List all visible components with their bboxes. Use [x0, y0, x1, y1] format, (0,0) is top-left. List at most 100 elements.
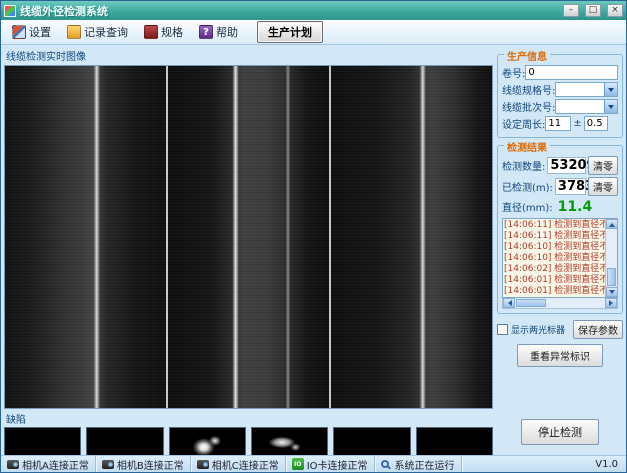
diameter-label: 直径(mm): — [502, 199, 553, 214]
roll-number-label: 卷号: — [502, 65, 525, 80]
specs-icon — [144, 25, 158, 39]
stop-detection-button[interactable]: 停止检测 — [521, 419, 599, 445]
clear-length-button[interactable]: 清零 — [588, 177, 618, 196]
girth-tolerance-input[interactable]: 0.5 — [584, 116, 608, 131]
maximize-button[interactable]: □ — [585, 4, 601, 17]
log-entry: [14:06:01] 检测到直径不合格 — [504, 286, 604, 297]
production-info-group: 生产信息 卷号: 0 线缆规格号: 线缆批次号: 设定周长: 11 ± — [497, 54, 623, 138]
production-info-title: 生产信息 — [504, 48, 550, 63]
cable-batch-label: 线缆批次号: — [502, 99, 555, 114]
defect-thumbnail[interactable] — [251, 427, 328, 455]
scroll-down-icon[interactable] — [606, 287, 618, 297]
plus-minus-symbol: ± — [573, 118, 581, 129]
roll-number-input[interactable]: 0 — [525, 65, 618, 80]
app-icon — [4, 5, 16, 17]
camera-a-status: 相机A连接正常 — [1, 456, 96, 472]
log-entry: [14:06:10] 检测到直径不合格 — [504, 253, 604, 264]
camera-b-view — [168, 66, 329, 408]
log-entry: [14:06:11] 检测到直径不合格 — [504, 220, 604, 231]
detection-results-group: 检测结果 检测数量: 53209 清零 已检测(m): 3783.3 清零 直径… — [497, 145, 623, 314]
camera-a-status-icon — [7, 460, 19, 469]
alarm-log-box: [14:06:11] 检测到直径不合格[14:06:11] 检测到直径不合格[1… — [502, 218, 618, 298]
defect-thumbnail[interactable] — [4, 427, 81, 455]
chevron-down-icon[interactable] — [604, 83, 617, 96]
toolbar: 设置 记录查询 规格 ? 帮助 生产计划 — [1, 20, 626, 45]
io-card-status: IO IO卡连接正常 — [286, 456, 375, 472]
live-image-label: 线缆检测实时图像 — [4, 47, 493, 65]
camera-b-status-icon — [102, 460, 114, 469]
records-icon — [67, 25, 81, 39]
scroll-right-icon[interactable] — [605, 298, 617, 308]
vertical-scroll-thumb[interactable] — [607, 268, 616, 286]
record-query-label: 记录查询 — [84, 24, 128, 40]
main-content: 线缆检测实时图像 缺陷 生产信息 卷号: 0 — [1, 45, 626, 455]
defect-thumbnail[interactable] — [169, 427, 246, 455]
help-label: 帮助 — [216, 24, 238, 40]
cable-spec-select[interactable] — [555, 82, 618, 97]
log-entry: [14:06:11] 检测到直径不合格 — [504, 231, 604, 242]
camera-c-status: 相机C连接正常 — [191, 456, 286, 472]
save-params-button[interactable]: 保存参数 — [573, 320, 623, 339]
defect-label: 缺陷 — [4, 409, 493, 427]
production-plan-button[interactable]: 生产计划 — [257, 21, 323, 43]
girth-value-input[interactable]: 11 — [545, 116, 571, 131]
log-horizontal-scrollbar[interactable] — [502, 298, 618, 309]
settings-button[interactable]: 设置 — [5, 21, 58, 43]
status-bar: 相机A连接正常 相机B连接正常 相机C连接正常 IO IO卡连接正常 系统正在运… — [1, 455, 626, 472]
log-list[interactable]: [14:06:11] 检测到直径不合格[14:06:11] 检测到直径不合格[1… — [503, 219, 605, 297]
girth-setting-label: 设定周长: — [502, 116, 545, 131]
review-anomaly-button[interactable]: 重看异常标识 — [517, 344, 603, 367]
chevron-down-icon[interactable] — [604, 100, 617, 113]
log-vertical-scrollbar[interactable] — [605, 219, 617, 297]
defect-thumbnail[interactable] — [86, 427, 163, 455]
clear-count-button[interactable]: 清零 — [588, 156, 618, 175]
log-entry: [14:06:02] 检测到直径不合格 — [504, 264, 604, 275]
camera-c-status-label: 相机C连接正常 — [212, 457, 279, 472]
log-entry: [14:06:10] 检测到直径不合格 — [504, 242, 604, 253]
app-window: 线缆外径检测系统 – □ × 设置 记录查询 规格 ? 帮助 生产计划 线缆检测… — [0, 0, 627, 473]
options-row: 显示两光标器 保存参数 — [497, 320, 623, 339]
log-entry: [14:06:01] 检测到直径不合格 — [504, 275, 604, 286]
production-plan-label: 生产计划 — [268, 26, 312, 39]
measured-length-value: 3783.3 — [555, 178, 586, 195]
record-query-button[interactable]: 记录查询 — [60, 21, 135, 43]
defect-thumbnail[interactable] — [416, 427, 493, 455]
measured-length-label: 已检测(m): — [502, 179, 553, 194]
specs-label: 规格 — [161, 24, 183, 40]
horizontal-scroll-thumb[interactable] — [516, 299, 546, 307]
camera-a-view — [5, 66, 166, 408]
close-button[interactable]: × — [607, 4, 623, 17]
minimize-button[interactable]: – — [563, 4, 579, 17]
help-icon: ? — [199, 25, 213, 39]
camera-c-view — [331, 66, 492, 408]
camera-panel — [4, 65, 493, 409]
cable-batch-select[interactable] — [555, 99, 618, 114]
system-running-status: 系统正在运行 — [375, 456, 462, 472]
settings-label: 设置 — [29, 24, 51, 40]
defect-thumbnails — [4, 427, 493, 455]
side-panel: 生产信息 卷号: 0 线缆规格号: 线缆批次号: 设定周长: 11 ± — [497, 47, 623, 453]
settings-icon — [12, 25, 26, 39]
camera-c-status-icon — [197, 460, 209, 469]
camera-b-status-label: 相机B连接正常 — [117, 457, 184, 472]
system-running-label: 系统正在运行 — [395, 457, 455, 472]
scroll-left-icon[interactable] — [503, 298, 515, 308]
scroll-up-icon[interactable] — [606, 219, 618, 229]
specs-button[interactable]: 规格 — [137, 21, 190, 43]
io-card-status-label: IO卡连接正常 — [307, 457, 368, 472]
camera-a-status-label: 相机A连接正常 — [22, 457, 89, 472]
window-title: 线缆外径检测系统 — [20, 3, 557, 19]
magnifier-icon — [381, 460, 389, 468]
camera-area: 线缆检测实时图像 缺陷 — [4, 47, 493, 453]
defect-thumbnail[interactable] — [333, 427, 410, 455]
count-label: 检测数量: — [502, 158, 545, 173]
io-card-status-icon: IO — [292, 458, 304, 470]
diameter-value: 11.4 — [555, 198, 616, 215]
help-button[interactable]: ? 帮助 — [192, 21, 245, 43]
camera-b-status: 相机B连接正常 — [96, 456, 191, 472]
cursor-display-checkbox[interactable] — [497, 324, 508, 335]
version-label: V1.0 — [587, 459, 626, 470]
cable-spec-label: 线缆规格号: — [502, 82, 555, 97]
detection-results-title: 检测结果 — [504, 139, 550, 154]
title-bar: 线缆外径检测系统 – □ × — [1, 1, 626, 20]
